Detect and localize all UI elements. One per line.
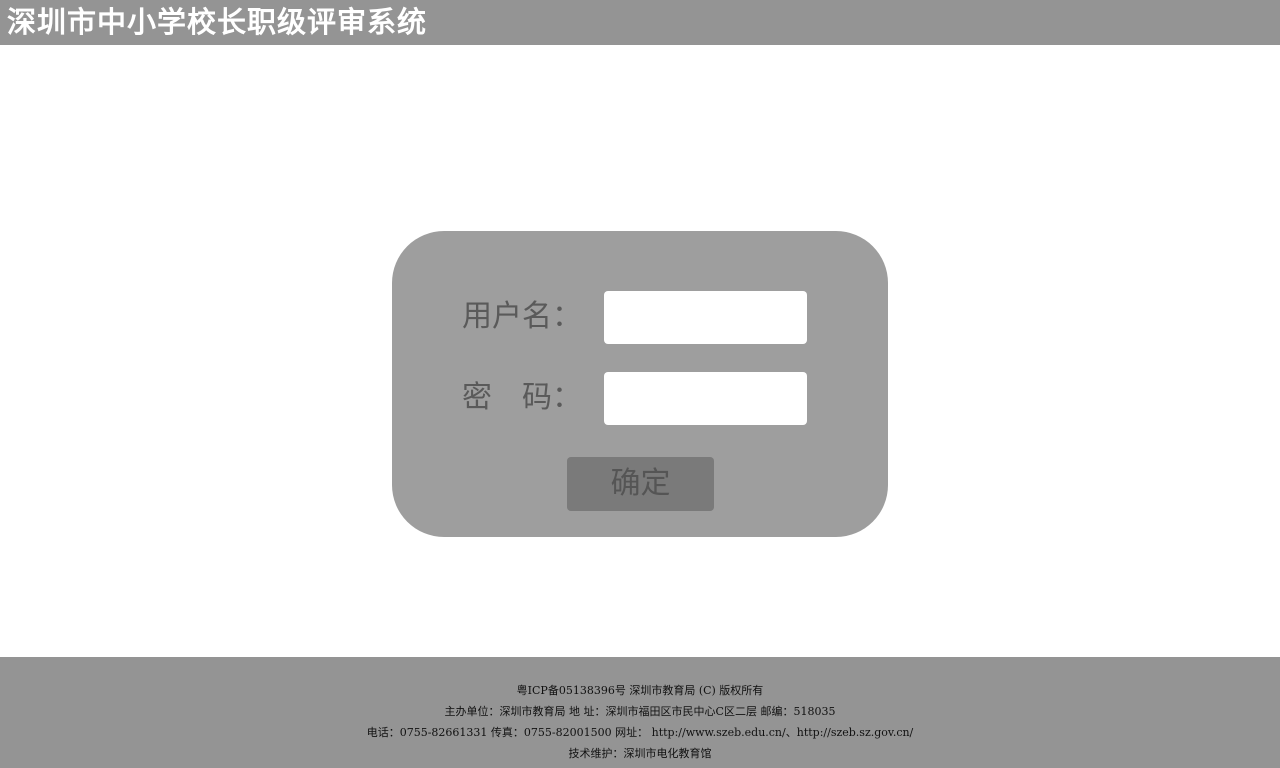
footer: 粤ICP备05138396号 深圳市教育局 (C) 版权所有 主办单位：深圳市教… xyxy=(0,657,1280,768)
confirm-button[interactable]: 确定 xyxy=(567,457,714,511)
footer-info: 粤ICP备05138396号 深圳市教育局 (C) 版权所有 主办单位：深圳市教… xyxy=(0,680,1280,764)
password-input[interactable] xyxy=(604,372,807,425)
footer-link-szeb-edu[interactable]: http://www.szeb.edu.cn/ xyxy=(652,726,786,739)
username-label: 用户名： xyxy=(462,299,582,334)
password-label: 密码： xyxy=(462,378,582,418)
login-panel: 用户名： 密码： 确定 xyxy=(392,231,888,537)
footer-copyright: 粤ICP备05138396号 深圳市教育局 (C) 版权所有 xyxy=(516,684,764,697)
footer-phone-fax: 电话：0755-82661331 传真：0755-82001500 网址： xyxy=(366,726,649,739)
footer-link-separator: 、 xyxy=(785,726,797,739)
page-title: 深圳市中小学校长职级评审系统 xyxy=(7,5,428,39)
password-label-part2: 码： xyxy=(522,380,582,415)
footer-contact: 电话：0755-82661331 传真：0755-82001500 网址： ht… xyxy=(0,722,1280,743)
footer-address: 主办单位：深圳市教育局 地 址：深圳市福田区市民中心C区二层 邮编：518035 xyxy=(444,705,836,718)
header-bar: 深圳市中小学校长职级评审系统 xyxy=(0,0,1280,45)
footer-link-szeb-gov[interactable]: http://szeb.sz.gov.cn/ xyxy=(797,726,914,739)
password-label-part1: 密 xyxy=(462,380,492,415)
footer-maintainer: 技术维护：深圳市电化教育馆 xyxy=(568,747,712,760)
username-input[interactable] xyxy=(604,291,807,344)
